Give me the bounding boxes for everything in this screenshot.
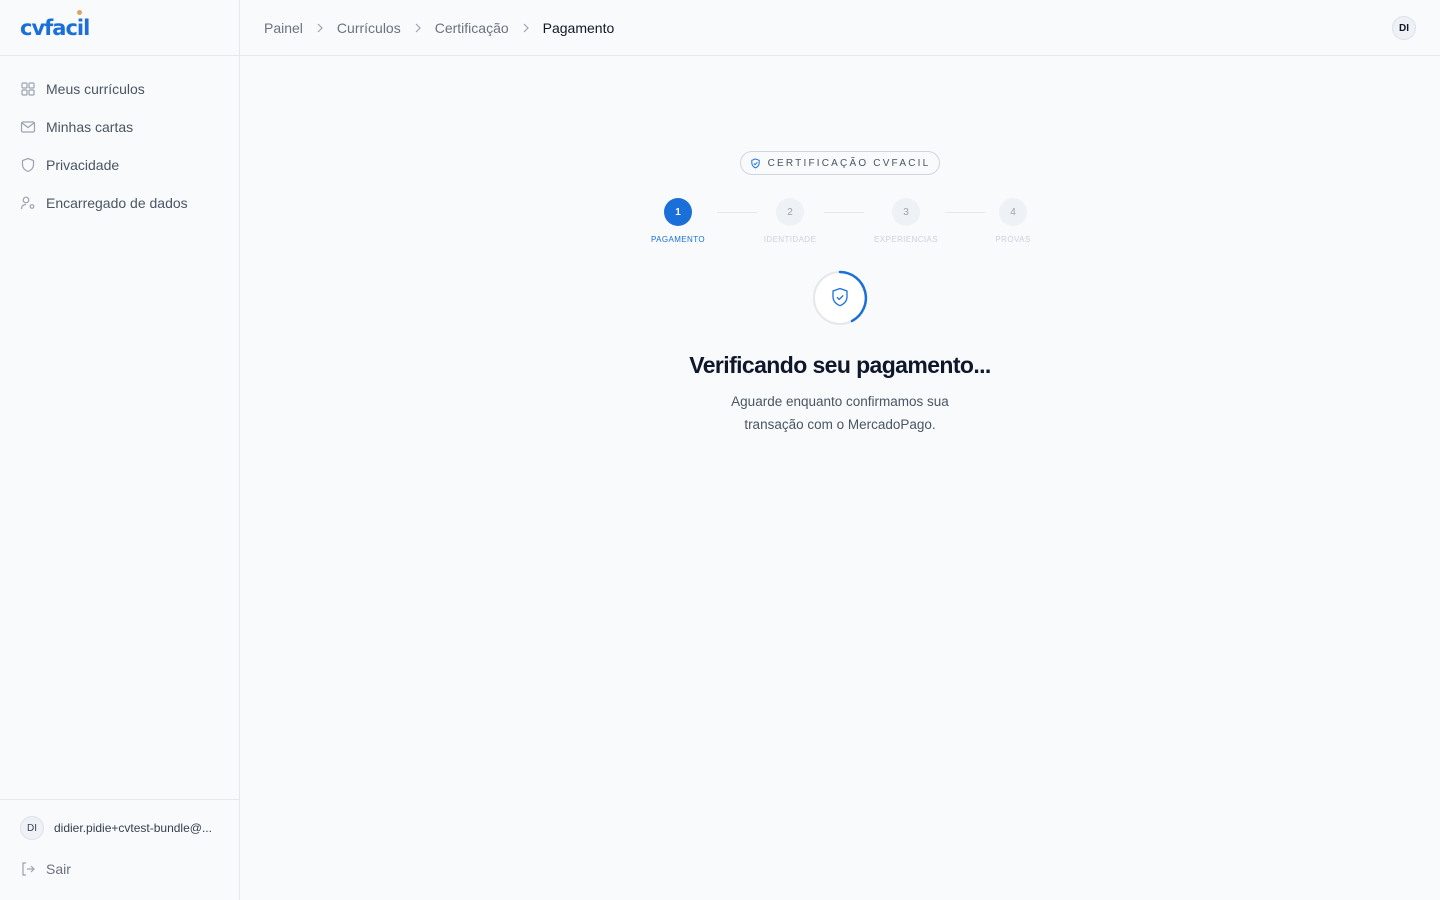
- main-content: CERTIFICAÇÃO CVFACIL 1 PAGAMENTO 2 IDENT…: [240, 56, 1440, 900]
- step-connector: [824, 212, 864, 213]
- step-3-circle: 3: [892, 198, 920, 226]
- breadcrumb: Painel Currículos Certificação Pagamento: [264, 20, 614, 36]
- chevron-right-icon: [317, 23, 323, 32]
- step-2-circle: 2: [776, 198, 804, 226]
- step-3-label: EXPERIENCIAS: [874, 235, 938, 244]
- logo-area: cvfacil: [0, 0, 239, 56]
- breadcrumb-curriculos[interactable]: Currículos: [337, 20, 401, 36]
- step-connector: [717, 212, 757, 213]
- logo[interactable]: cvfacil: [20, 9, 90, 40]
- user-gear-icon: [20, 196, 35, 210]
- logo-text: cvfacil: [20, 15, 90, 40]
- loading-spinner: [813, 270, 868, 325]
- subtitle-line-2: transação com o MercadoPago.: [744, 417, 936, 432]
- logo-dot: [77, 9, 83, 15]
- avatar: DI: [20, 816, 44, 840]
- logout-button[interactable]: Sair: [0, 857, 239, 881]
- grid-icon: [21, 82, 35, 96]
- breadcrumb-pagamento: Pagamento: [542, 19, 615, 36]
- step-1-label: PAGAMENTO: [651, 235, 705, 244]
- sidebar-item-label: Meus currículos: [46, 81, 145, 97]
- sidebar: cvfacil Meus currículos Minhas cartas Pr…: [0, 0, 240, 900]
- page-subtitle: Aguarde enquanto confirmamos sua transaç…: [690, 390, 990, 436]
- step-4-label: PROVAS: [995, 235, 1031, 244]
- step-1-circle: 1: [664, 198, 692, 226]
- mail-icon: [20, 121, 36, 133]
- badge-label: CERTIFICAÇÃO CVFACIL: [767, 157, 931, 169]
- step-4-circle: 4: [999, 198, 1027, 226]
- sidebar-item-privacidade[interactable]: Privacidade: [0, 146, 239, 184]
- sidebar-item-label: Encarregado de dados: [46, 195, 188, 211]
- sidebar-item-minhas-cartas[interactable]: Minhas cartas: [0, 108, 239, 146]
- sidebar-item-encarregado-de-dados[interactable]: Encarregado de dados: [0, 184, 239, 222]
- chevron-right-icon: [415, 23, 421, 32]
- user-account[interactable]: DI didier.pidie+cvtest-bundle@...: [0, 816, 239, 840]
- breadcrumb-painel[interactable]: Painel: [264, 20, 303, 36]
- shield-icon: [21, 157, 35, 173]
- step-connector: [945, 212, 985, 213]
- step-2-label: IDENTIDADE: [763, 235, 817, 244]
- sidebar-footer: DI didier.pidie+cvtest-bundle@... Sair: [0, 799, 239, 900]
- certification-badge: CERTIFICAÇÃO CVFACIL: [740, 151, 940, 175]
- sidebar-item-meus-curriculos[interactable]: Meus currículos: [0, 70, 239, 108]
- sidebar-item-label: Minhas cartas: [46, 119, 134, 135]
- subtitle-line-1: Aguarde enquanto confirmamos sua: [731, 394, 949, 409]
- sidebar-item-label: Privacidade: [46, 157, 120, 173]
- logout-icon: [22, 862, 35, 876]
- user-email: didier.pidie+cvtest-bundle@...: [54, 821, 212, 835]
- sidebar-nav: Meus currículos Minhas cartas Privacidad…: [0, 56, 239, 222]
- page-title: Verificando seu pagamento...: [689, 352, 991, 378]
- breadcrumb-certificacao[interactable]: Certificação: [435, 20, 509, 36]
- top-header: Painel Currículos Certificação Pagamento…: [240, 0, 1440, 56]
- chevron-right-icon: [523, 23, 529, 32]
- shield-check-icon: [750, 157, 760, 168]
- header-avatar[interactable]: DI: [1392, 16, 1416, 40]
- logout-label: Sair: [46, 861, 71, 877]
- stepper: 1 PAGAMENTO 2 IDENTIDADE 3 EXPERIENCIAS …: [240, 198, 1440, 258]
